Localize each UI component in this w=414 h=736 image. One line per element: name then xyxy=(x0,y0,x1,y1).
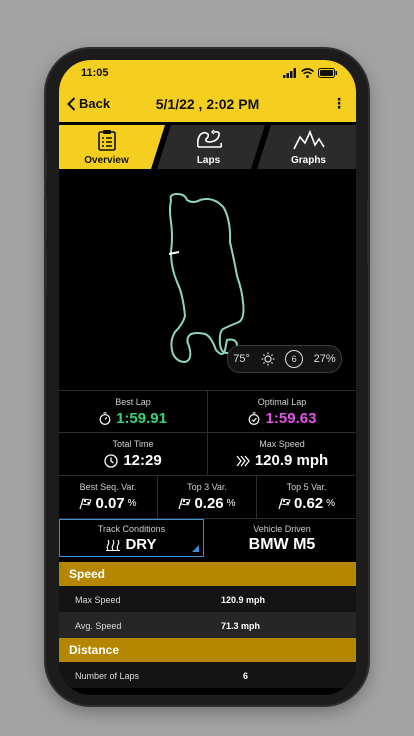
best-seq-var-label: Best Seq. Var. xyxy=(79,482,137,492)
tab-bar: Overview Laps Graphs xyxy=(59,122,356,172)
battery-icon xyxy=(318,68,337,78)
max-speed-cell: Max Speed 120.9 mph xyxy=(208,433,356,476)
volume-up-button xyxy=(44,196,47,240)
volume-down-button xyxy=(44,250,47,294)
row-label: Max Speed xyxy=(75,595,121,605)
vehicle-cell: Vehicle Driven BMW M5 xyxy=(208,519,356,561)
variance-row: Best Seq. Var. 0.07 % Top 3 Var. 0.26 % … xyxy=(59,475,356,519)
tab-laps[interactable]: Laps xyxy=(161,125,256,169)
speed-row-avg: Avg. Speed 71.3 mph xyxy=(59,612,356,638)
top3-var-value: 0.26 xyxy=(194,495,224,512)
status-time: 11:05 xyxy=(81,67,109,79)
checkered-flag-icon xyxy=(178,497,192,509)
tab-overview-label: Overview xyxy=(84,155,129,166)
checkered-flag-icon xyxy=(79,497,93,509)
lap-times-row: Best Lap 1:59.91 Optimal Lap 1:59.63 xyxy=(59,390,356,433)
top3-var-label: Top 3 Var. xyxy=(187,482,227,492)
mute-switch xyxy=(44,154,47,180)
optimal-lap-label: Optimal Lap xyxy=(257,397,307,407)
top3-var-cell: Top 3 Var. 0.26 % xyxy=(158,476,256,519)
heat-waves-icon xyxy=(106,539,121,551)
temperature-value: 75° xyxy=(233,353,250,365)
track-map[interactable]: 75° 6 27% xyxy=(59,172,356,390)
weather-pill: 75° 6 27% xyxy=(227,345,342,373)
line-graph-icon xyxy=(292,129,325,150)
row-value: 71.3 mph xyxy=(221,621,261,631)
top5-var-label: Top 5 Var. xyxy=(286,482,327,492)
clock-icon xyxy=(104,453,118,468)
best-lap-value: 1:59.91 xyxy=(116,410,167,427)
total-time-label: Total Time xyxy=(112,439,154,449)
distance-section-header: Distance xyxy=(59,638,356,662)
lap-loop-icon xyxy=(196,129,222,148)
speed-row-max: Max Speed 120.9 mph xyxy=(59,586,356,612)
status-bar: 11:05 xyxy=(59,60,356,86)
cellular-signal-icon xyxy=(283,68,296,78)
best-seq-var-value: 0.07 xyxy=(95,495,125,512)
best-seq-var-unit: % xyxy=(127,498,137,509)
optimal-lap-value: 1:59.63 xyxy=(265,410,317,427)
track-conditions-value: DRY xyxy=(125,536,157,553)
nav-bar: Back 5/1/22 , 2:02 PM ⋮ xyxy=(59,86,356,122)
gear-badge: 6 xyxy=(285,350,304,368)
app-screen: 11:05 Back 5/1/22 , 2:02 PM ⋮ Overview L… xyxy=(59,60,356,695)
track-conditions-selector[interactable]: Track Conditions DRY xyxy=(59,519,204,557)
top5-var-cell: Top 5 Var. 0.62 % xyxy=(257,476,356,519)
best-seq-var-cell: Best Seq. Var. 0.07 % xyxy=(59,476,157,519)
stopwatch-icon xyxy=(99,412,111,425)
time-speed-row: Total Time 12:29 Max Speed 120.9 mph xyxy=(59,432,356,476)
conditions-row: Track Conditions DRY Vehicle Driven BMW … xyxy=(59,518,356,561)
vehicle-label: Vehicle Driven xyxy=(253,524,311,534)
wifi-icon xyxy=(301,68,314,78)
optimal-stopwatch-icon xyxy=(248,412,259,425)
row-label: Avg. Speed xyxy=(75,621,122,631)
tab-graphs[interactable]: Graphs xyxy=(261,125,356,169)
max-speed-value: 120.9 mph xyxy=(254,452,329,469)
power-button xyxy=(367,200,370,264)
best-lap-cell: Best Lap 1:59.91 xyxy=(59,391,207,433)
more-options-button[interactable]: ⋮ xyxy=(332,95,346,112)
row-value: 120.9 mph xyxy=(221,595,266,605)
distance-row-laps: Number of Laps 6 xyxy=(59,662,356,688)
speed-chevrons-icon xyxy=(236,455,250,466)
tab-graphs-label: Graphs xyxy=(290,155,326,166)
top3-var-unit: % xyxy=(226,498,236,509)
total-time-value: 12:29 xyxy=(123,452,162,469)
total-time-cell: Total Time 12:29 xyxy=(59,433,207,476)
track-conditions-label: Track Conditions xyxy=(97,524,166,534)
vehicle-value: BMW M5 xyxy=(248,536,316,553)
top5-var-unit: % xyxy=(326,498,336,509)
dropdown-corner-icon xyxy=(192,545,199,552)
speed-section-header: Speed xyxy=(59,562,356,586)
top5-var-value: 0.62 xyxy=(293,495,324,512)
best-lap-label: Best Lap xyxy=(115,397,151,407)
max-speed-label: Max Speed xyxy=(259,439,305,449)
session-title: 5/1/22 , 2:02 PM xyxy=(155,96,260,112)
status-icons xyxy=(283,68,338,78)
clipboard-icon xyxy=(97,130,116,151)
row-value: 6 xyxy=(243,671,249,681)
tab-overview[interactable]: Overview xyxy=(59,125,154,169)
tab-laps-label: Laps xyxy=(196,155,221,166)
checkered-flag-icon xyxy=(278,497,291,509)
humidity-value: 27% xyxy=(313,353,336,365)
row-label: Number of Laps xyxy=(75,671,140,681)
optimal-lap-cell: Optimal Lap 1:59.63 xyxy=(208,391,356,433)
sun-icon xyxy=(261,352,274,366)
